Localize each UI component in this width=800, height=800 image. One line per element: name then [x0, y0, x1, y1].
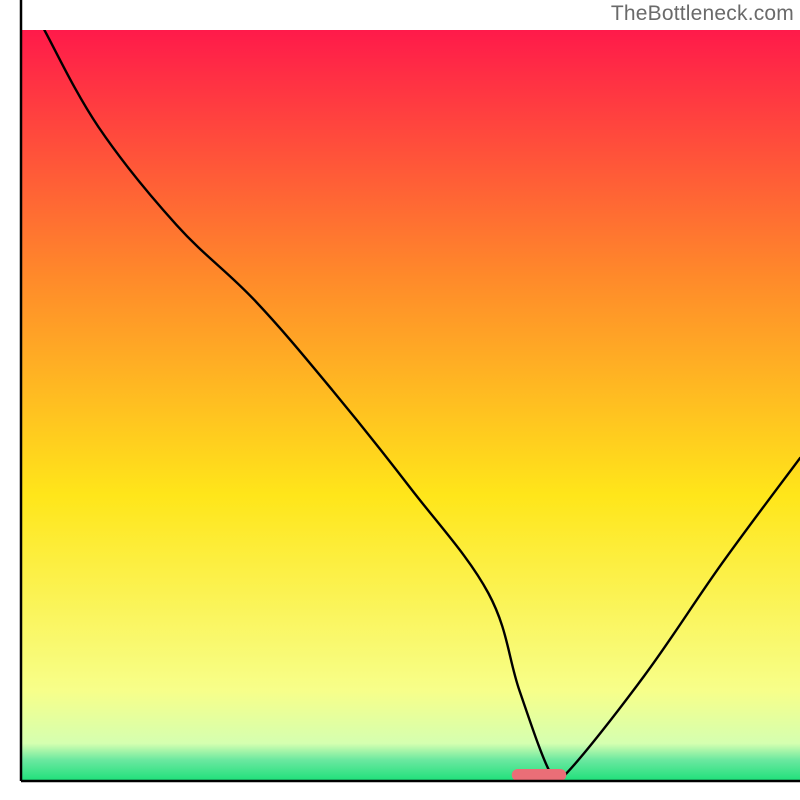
watermark-text: TheBottleneck.com	[611, 2, 794, 26]
optimal-marker	[512, 769, 567, 781]
chart-container: { "watermark": "TheBottleneck.com", "col…	[0, 0, 800, 800]
gradient-background	[21, 30, 800, 781]
bottleneck-plot	[0, 0, 800, 800]
